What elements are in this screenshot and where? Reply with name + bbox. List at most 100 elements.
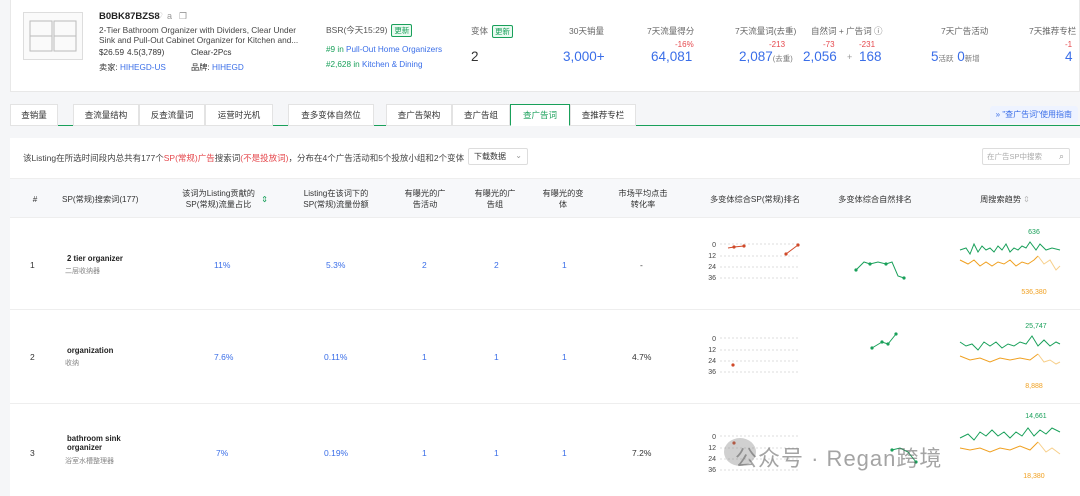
bsr-update-tag[interactable]: 更新 [391, 24, 413, 37]
tab-time-machine[interactable]: 运营时光机 [205, 104, 273, 126]
camp-active: 5 [931, 49, 939, 64]
guide-text: "查广告词"使用指南 [1002, 110, 1072, 119]
sort-icon[interactable]: ⇕ [261, 194, 268, 205]
nat-value[interactable]: 2,056 [803, 49, 837, 64]
table-row[interactable]: 1 2 tier organizer 二层收纳器 11% 5.3% 2 2 1 … [10, 218, 1080, 310]
product-title[interactable]: 2-Tier Bathroom Organizer with Dividers,… [99, 25, 299, 45]
row-keyword[interactable]: 2 tier organizer [67, 254, 123, 263]
copy-icon[interactable]: ❐ [179, 11, 187, 22]
row-keyword[interactable]: organization [67, 346, 113, 355]
rank-tick: 24 [708, 358, 716, 365]
natural-rank-chart [854, 261, 906, 280]
kw-value[interactable]: 2,087(去重) [739, 49, 793, 64]
col-flow[interactable]: Listing在该词下的SP(常规)流量份额 [296, 179, 376, 219]
amazon-icon[interactable]: a [167, 11, 172, 21]
product-variant: Clear-2Pcs [191, 48, 232, 57]
flow-value[interactable]: 64,081 [651, 49, 692, 64]
seller-link[interactable]: HIHEGD-US [120, 63, 166, 72]
rank-tick: 0 [712, 434, 716, 441]
ad-value[interactable]: 168 [859, 49, 882, 64]
rank-tick: 36 [708, 369, 716, 376]
trend-sort-icon[interactable]: ⇕ [1023, 194, 1030, 205]
col-natural-rank: 多变体综合自然排名 [838, 194, 912, 204]
bsr-rank-2: #2,628 in Kitchen & Dining [326, 60, 423, 69]
row-share[interactable]: 7% [216, 448, 228, 458]
seller-info: 卖家: HIHEGD-US [99, 61, 166, 73]
col-trend[interactable]: 周搜索趋势 ⇕ [970, 179, 1040, 219]
row-campaigns[interactable]: 1 [422, 352, 427, 362]
trend-top-label: 636 [1028, 229, 1040, 236]
sales-value[interactable]: 3,000+ [563, 49, 605, 64]
flow-label: 7天流量得分 [647, 26, 695, 36]
row-campaigns[interactable]: 2 [422, 260, 427, 270]
tab-variant-natural[interactable]: 查多变体自然位 [288, 104, 374, 126]
row-num: 2 [30, 352, 35, 362]
camp-new: 0 [957, 49, 965, 64]
row-keyword[interactable]: bathroom sink organizer [67, 434, 131, 452]
heart-icon[interactable]: ♡ [155, 11, 163, 22]
product-rating: 4.5(3,789) [127, 48, 165, 57]
bsr-rank-2-value: #2,628 [326, 60, 352, 69]
bsr-category-2[interactable]: Kitchen & Dining [362, 60, 423, 69]
product-asin[interactable]: B0BK87BZS8 [99, 11, 160, 22]
rank-tick: 24 [708, 264, 716, 271]
row-variants[interactable]: 1 [562, 448, 567, 458]
table-header: # SP(常规)搜索词(177) 该词为Listing贡献的SP(常规)流量占比… [10, 178, 1080, 218]
kw-label: 7天流量词(去重) [735, 26, 797, 36]
trend-chart: 25,747 8,888 [959, 323, 1061, 390]
tab-ad-structure[interactable]: 查广告架构 [386, 104, 452, 126]
info-pre: 该Listing在所选时间段内总共有177个 [23, 153, 164, 163]
camp-new-unit: 新增 [964, 54, 980, 63]
tab-sales[interactable]: 查销量 [10, 104, 58, 126]
row-groups[interactable]: 1 [494, 448, 499, 458]
download-button[interactable]: 下载数据 [468, 148, 528, 165]
rec-value[interactable]: 4 [1065, 49, 1073, 64]
row-flow[interactable]: 0.19% [324, 448, 348, 458]
variants-label-text: 变体 [471, 26, 489, 36]
trend-bottom-label: 18,380 [1023, 473, 1045, 480]
tab-traffic-structure[interactable]: 查流量结构 [73, 104, 139, 126]
col-share[interactable]: 该词为Listing贡献的SP(常规)流量占比 ⇕ [178, 179, 268, 219]
info-red-2: (不是投放词) [240, 153, 289, 163]
row-groups[interactable]: 2 [494, 260, 499, 270]
brand-info: 品牌: HIHEGD [191, 61, 244, 73]
row-flow[interactable]: 0.11% [324, 352, 347, 362]
col-variants[interactable]: 有曝光的变体 [540, 179, 586, 219]
bsr-category-1[interactable]: Pull-Out Home Organizers [346, 45, 442, 54]
search-icon[interactable]: ⌕ [1059, 149, 1064, 164]
row-variants[interactable]: 1 [562, 352, 567, 362]
ad-change: -231 [859, 40, 876, 49]
info-mid: 搜索词 [214, 153, 241, 163]
row-num: 3 [30, 448, 35, 458]
col-groups[interactable]: 有曝光的广告组 [472, 179, 518, 219]
row-groups[interactable]: 1 [494, 352, 499, 362]
tab-ad-keywords[interactable]: 查广告词 [510, 104, 570, 126]
row-share[interactable]: 11% [214, 260, 230, 270]
rec-label: 7天推荐专栏 [1029, 26, 1077, 36]
flow-change: -16% [675, 40, 694, 49]
product-thumbnail[interactable] [23, 12, 83, 60]
table-row[interactable]: 2 organization 收纳 7.6% 0.11% 1 1 1 4.7% … [10, 310, 1080, 404]
brand-link[interactable]: HIHEGD [212, 63, 244, 72]
rank-tick: 0 [712, 336, 716, 343]
variants-update-tag[interactable]: 更新 [492, 25, 514, 38]
rank-tick: 24 [708, 456, 716, 463]
guide-link[interactable]: » "查广告词"使用指南 [989, 106, 1078, 123]
sp-rank-chart: 0 12 24 36 [708, 242, 800, 282]
col-share-text: 该词为Listing贡献的SP(常规)流量占比 [182, 189, 255, 209]
row-campaigns[interactable]: 1 [422, 448, 427, 458]
col-campaigns[interactable]: 有曝光的广告活动 [402, 179, 448, 219]
search-input[interactable]: 在广告SP中搜索 ⌕ [982, 148, 1070, 165]
col-keyword: SP(常规)搜索词(177) [62, 194, 139, 204]
tab-recommend[interactable]: 查推荐专栏 [570, 104, 636, 126]
kw-value-unit: (去重) [772, 54, 793, 63]
tab-ad-group[interactable]: 查广告组 [452, 104, 510, 126]
row-flow[interactable]: 5.3% [326, 260, 345, 270]
guide-chevron-icon: » [995, 110, 1001, 119]
trend-top-label: 14,661 [1025, 413, 1047, 420]
row-variants[interactable]: 1 [562, 260, 567, 270]
nat-change: -73 [823, 40, 835, 49]
tab-reverse-keywords[interactable]: 反查流量词 [139, 104, 205, 126]
camp-values[interactable]: 5活跃 0新增 [931, 49, 980, 64]
row-share[interactable]: 7.6% [214, 352, 233, 362]
